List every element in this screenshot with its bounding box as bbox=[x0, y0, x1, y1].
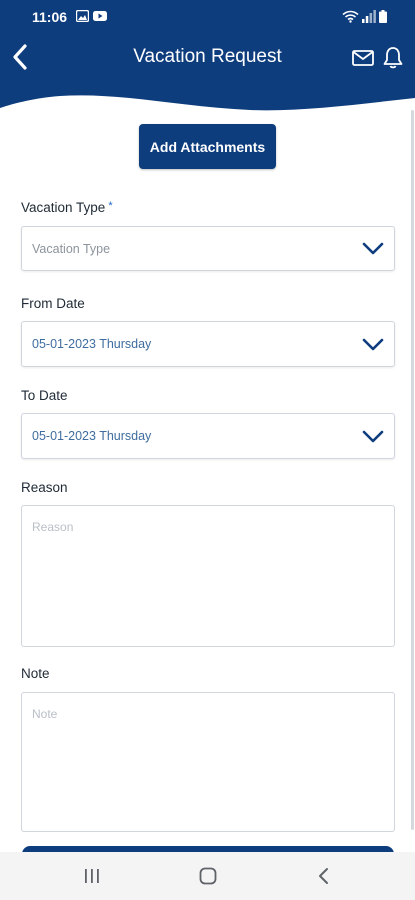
from-date-select[interactable]: 05-01-2023 Thursday bbox=[21, 321, 395, 367]
mail-icon[interactable] bbox=[352, 48, 374, 68]
chevron-down-icon bbox=[362, 430, 384, 443]
vacation-type-label-text: Vacation Type bbox=[21, 200, 106, 215]
chevron-down-icon bbox=[362, 242, 384, 255]
bell-icon[interactable] bbox=[383, 46, 403, 70]
from-date-label: From Date bbox=[21, 296, 85, 311]
app-header: 11:06 Vacation Request bbox=[0, 0, 415, 120]
chevron-down-icon bbox=[362, 338, 384, 351]
to-date-label: To Date bbox=[21, 388, 68, 403]
wifi-icon bbox=[342, 10, 359, 23]
image-icon bbox=[76, 10, 89, 22]
youtube-icon bbox=[93, 11, 107, 21]
battery-icon bbox=[379, 10, 387, 23]
scrollbar[interactable] bbox=[411, 110, 414, 830]
signal-icon bbox=[362, 10, 376, 23]
status-bar: 11:06 bbox=[0, 0, 415, 34]
reason-textarea[interactable]: Reason bbox=[21, 505, 395, 647]
vacation-type-placeholder: Vacation Type bbox=[32, 242, 111, 256]
back-icon[interactable] bbox=[312, 866, 336, 886]
to-date-select[interactable]: 05-01-2023 Thursday bbox=[21, 413, 395, 459]
reason-label: Reason bbox=[21, 480, 68, 495]
from-date-value: 05-01-2023 Thursday bbox=[32, 337, 152, 351]
required-mark: * bbox=[108, 200, 113, 212]
status-time: 11:06 bbox=[32, 9, 68, 25]
recent-apps-icon[interactable] bbox=[80, 866, 104, 886]
system-nav-bar bbox=[0, 852, 415, 900]
note-textarea[interactable]: Note bbox=[21, 692, 395, 832]
note-placeholder: Note bbox=[32, 707, 58, 721]
vacation-type-select[interactable]: Vacation Type bbox=[21, 226, 395, 271]
home-icon[interactable] bbox=[196, 866, 220, 886]
vacation-type-label: Vacation Type * bbox=[21, 200, 113, 215]
to-date-value: 05-01-2023 Thursday bbox=[32, 429, 152, 443]
note-label: Note bbox=[21, 666, 50, 681]
reason-placeholder: Reason bbox=[32, 520, 74, 534]
add-attachments-button[interactable]: Add Attachments bbox=[139, 124, 276, 169]
